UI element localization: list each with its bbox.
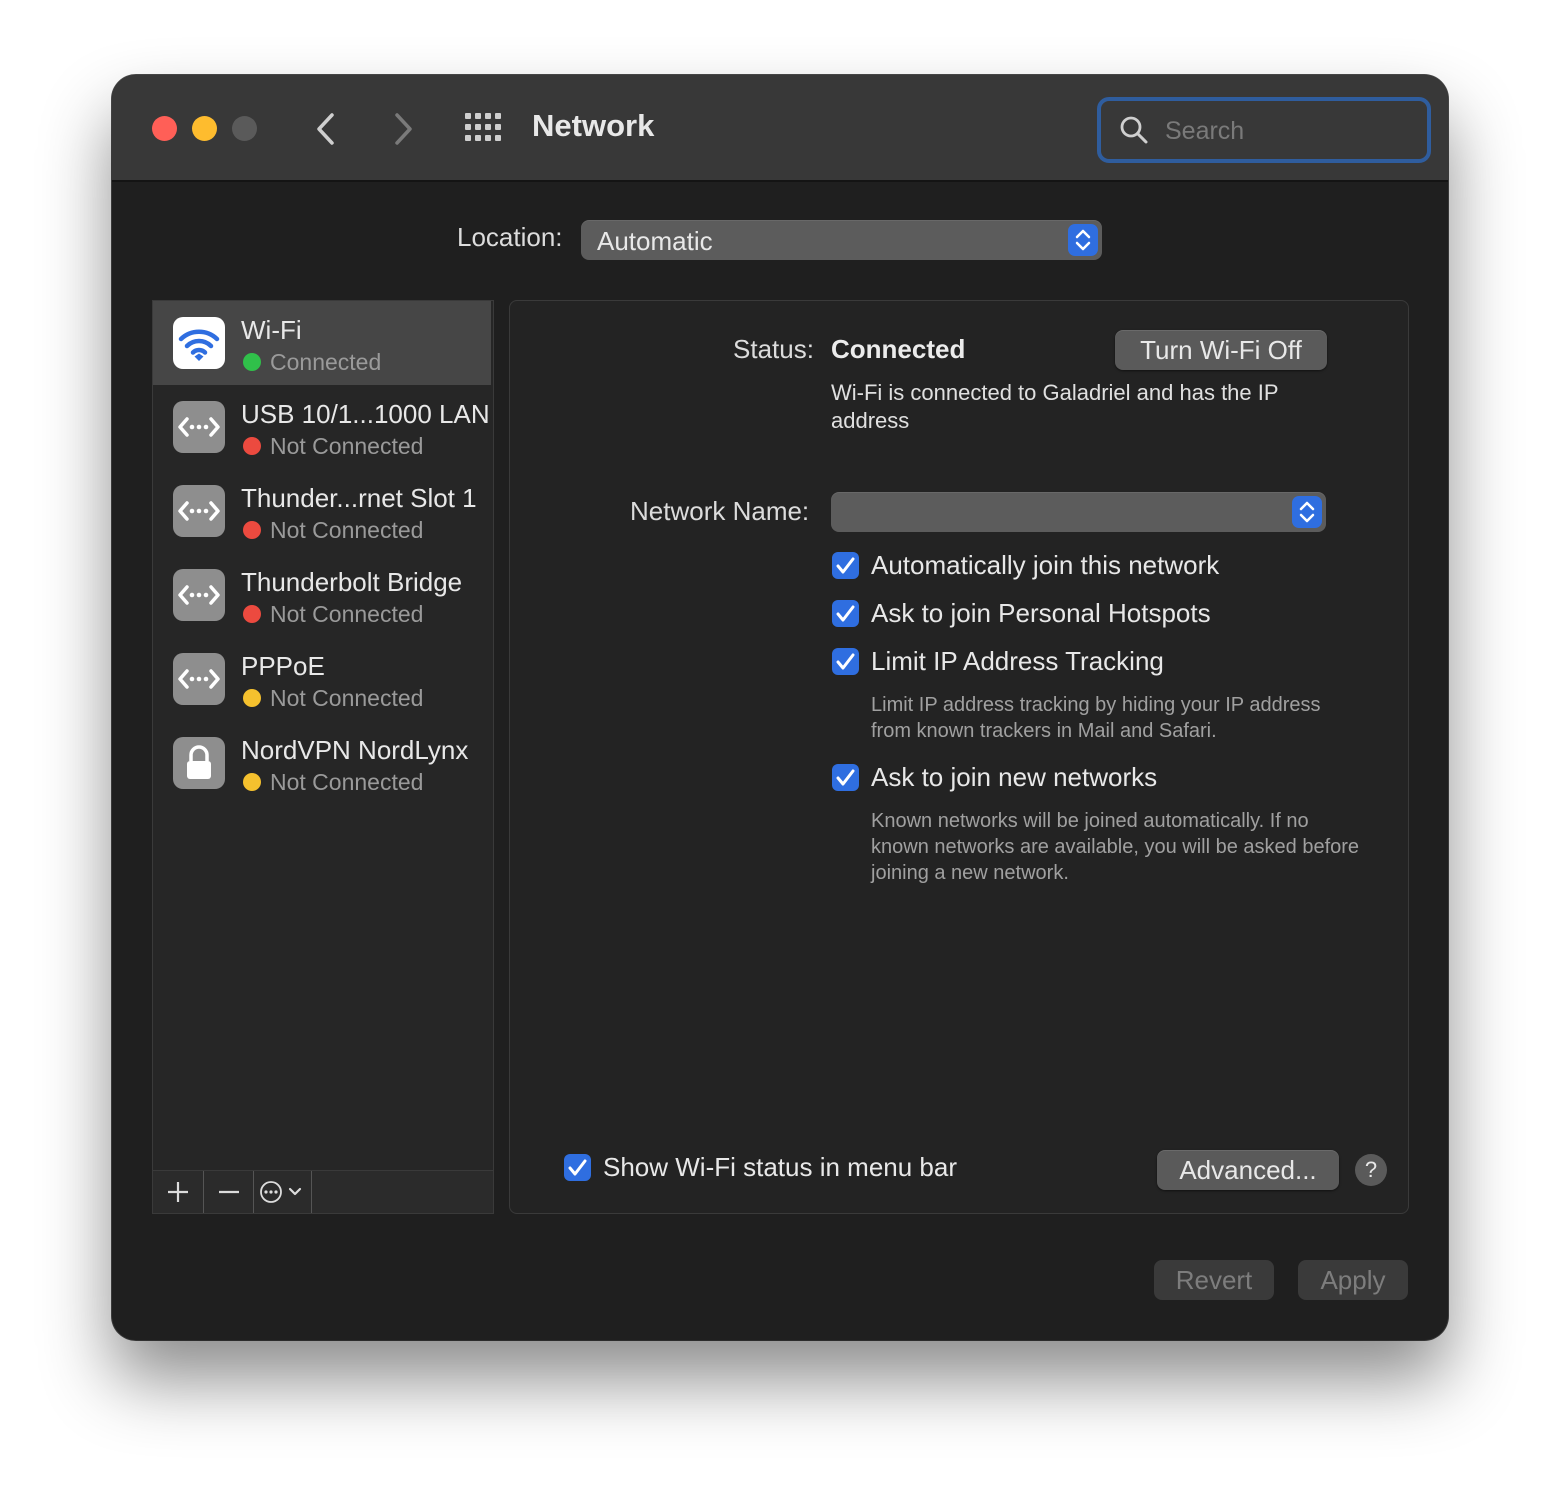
service-name: Wi-Fi: [241, 315, 302, 345]
auto-join-checkbox[interactable]: [832, 552, 859, 579]
service-item-wifi[interactable]: Wi-Fi Connected: [153, 301, 491, 385]
popup-stepper-icon: [1068, 224, 1098, 256]
lock-icon: [173, 737, 225, 789]
chevron-left-icon: [317, 113, 334, 145]
network-name-popup[interactable]: [831, 492, 1326, 532]
service-name: NordVPN NordLynx: [241, 735, 469, 765]
status-dot: [243, 353, 261, 371]
zoom-button[interactable]: [232, 116, 257, 141]
titlebar: Network: [112, 75, 1448, 182]
ethernet-icon: [173, 569, 225, 621]
detail-pane: Status: Connected Turn Wi-Fi Off Wi-Fi i…: [509, 300, 1409, 1214]
limit-ip-tracking-help: Limit IP address tracking by hiding your…: [871, 694, 1321, 742]
service-name: Thunderbolt Bridge: [241, 567, 463, 597]
personal-hotspots-checkbox[interactable]: [832, 600, 859, 627]
action-menu-button[interactable]: [254, 1171, 312, 1213]
forward-button[interactable]: [382, 109, 422, 149]
plus-icon: [168, 1182, 188, 1202]
help-button[interactable]: ?: [1355, 1154, 1387, 1186]
add-service-button[interactable]: [153, 1171, 204, 1213]
service-item-pppoe[interactable]: PPPoE Not Connected: [153, 637, 491, 721]
search-icon: [1120, 116, 1148, 144]
service-item-thunderbolt-ethernet[interactable]: Thunder...rnet Slot 1 Not Connected: [153, 469, 491, 553]
grid-icon: [465, 113, 501, 141]
service-status: Not Connected: [270, 769, 424, 795]
ethernet-icon: [173, 653, 225, 705]
ethernet-icon: [173, 401, 225, 453]
apply-button[interactable]: Apply: [1298, 1260, 1408, 1300]
service-name: PPPoE: [241, 651, 325, 681]
advanced-button[interactable]: Advanced...: [1157, 1150, 1339, 1190]
status-dot: [243, 437, 261, 455]
ethernet-icon: [173, 485, 225, 537]
limit-ip-tracking-label: Limit IP Address Tracking: [871, 646, 1164, 676]
show-status-menubar-checkbox[interactable]: [564, 1154, 591, 1181]
location-label: Location:: [457, 222, 563, 252]
status-description: Wi-Fi is connected to Galadriel and has …: [831, 380, 1279, 433]
show-all-button[interactable]: [464, 112, 502, 142]
status-dot: [243, 773, 261, 791]
checkmark-icon: [568, 1159, 587, 1176]
checkmark-icon: [836, 769, 855, 786]
service-status: Connected: [270, 349, 382, 375]
network-preferences-window: Network Location: Automatic: [112, 75, 1448, 1340]
service-item-thunderbolt-bridge[interactable]: Thunderbolt Bridge Not Connected: [153, 553, 491, 637]
close-button[interactable]: [152, 116, 177, 141]
checkmark-icon: [836, 557, 855, 574]
service-list: Wi-Fi Connected USB 10/1...1000 LAN Not …: [152, 300, 494, 1214]
ask-new-networks-label: Ask to join new networks: [871, 762, 1158, 792]
checkmark-icon: [836, 653, 855, 670]
wifi-icon: [173, 317, 225, 369]
service-name: Thunder...rnet Slot 1: [241, 483, 477, 513]
status-label: Status:: [733, 334, 814, 364]
service-status: Not Connected: [270, 601, 424, 627]
revert-button[interactable]: Revert: [1154, 1260, 1274, 1300]
show-status-menubar-label: Show Wi-Fi status in menu bar: [603, 1152, 958, 1182]
service-item-usb-lan[interactable]: USB 10/1...1000 LAN Not Connected: [153, 385, 491, 469]
remove-service-button[interactable]: [204, 1171, 254, 1213]
window-title: Network: [532, 108, 655, 143]
status-dot: [243, 521, 261, 539]
status-dot: [243, 605, 261, 623]
ask-new-networks-help: Known networks will be joined automatica…: [871, 810, 1360, 884]
personal-hotspots-label: Ask to join Personal Hotspots: [871, 598, 1211, 628]
location-popup[interactable]: Automatic: [581, 220, 1102, 260]
back-button[interactable]: [307, 109, 347, 149]
service-status: Not Connected: [270, 517, 424, 543]
service-list-toolbar: [152, 1170, 494, 1214]
search-field[interactable]: [1097, 97, 1431, 163]
limit-ip-tracking-checkbox[interactable]: [832, 648, 859, 675]
network-name-label: Network Name:: [630, 496, 810, 526]
service-item-nordvpn[interactable]: NordVPN NordLynx Not Connected: [153, 721, 491, 805]
turn-wifi-off-button[interactable]: Turn Wi-Fi Off: [1115, 330, 1327, 370]
status-value: Connected: [831, 334, 966, 364]
minimize-button[interactable]: [192, 116, 217, 141]
service-name: USB 10/1...1000 LAN: [241, 399, 490, 429]
popup-stepper-icon: [1292, 496, 1322, 528]
chevron-right-icon: [395, 113, 412, 145]
minus-icon: [219, 1190, 239, 1194]
status-dot: [243, 689, 261, 707]
more-options-icon: [260, 1181, 302, 1203]
service-status: Not Connected: [270, 433, 424, 459]
search-input[interactable]: [1163, 113, 1407, 149]
location-value: Automatic: [597, 226, 713, 256]
checkmark-icon: [836, 605, 855, 622]
auto-join-label: Automatically join this network: [871, 550, 1220, 580]
ask-new-networks-checkbox[interactable]: [832, 764, 859, 791]
service-status: Not Connected: [270, 685, 424, 711]
